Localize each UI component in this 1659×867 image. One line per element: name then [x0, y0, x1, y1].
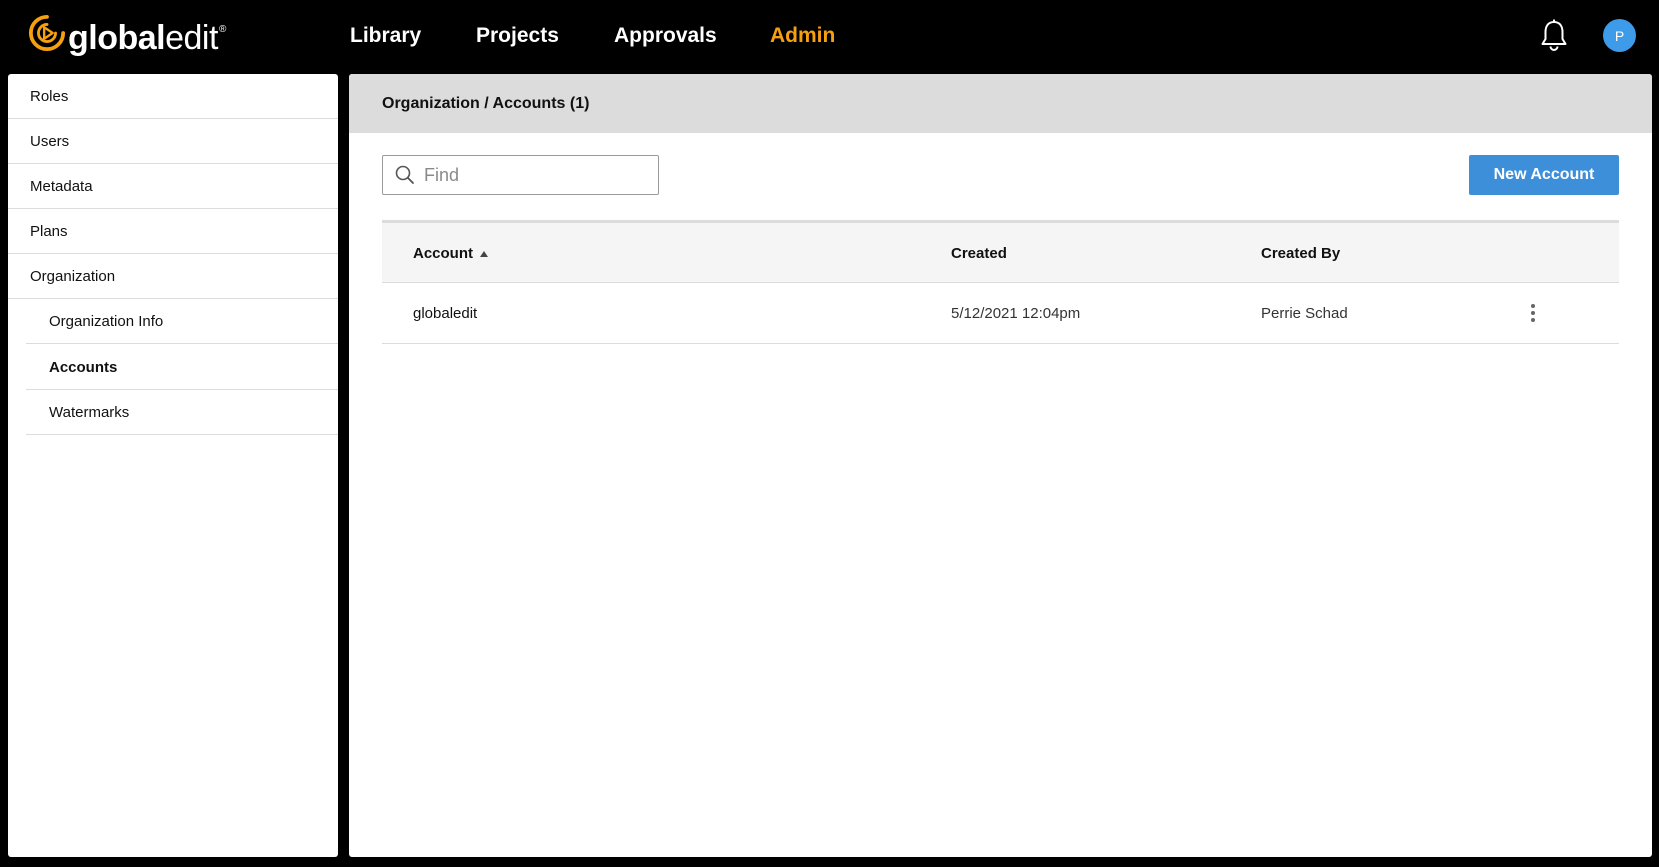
breadcrumb: Organization / Accounts (1) — [382, 94, 590, 112]
bell-icon[interactable] — [1539, 18, 1569, 52]
sidebar-item-plans[interactable]: Plans — [8, 209, 338, 254]
table-row[interactable]: globaledit 5/12/2021 12:04pm Perrie Scha… — [382, 283, 1619, 344]
sidebar-item-users[interactable]: Users — [8, 119, 338, 164]
cell-created-by: Perrie Schad — [1261, 304, 1348, 322]
search-input[interactable] — [424, 164, 644, 186]
column-header-label: Created — [951, 244, 1007, 262]
nav-projects[interactable]: Projects — [476, 0, 559, 72]
logo-wordmark-bold: global — [68, 19, 166, 57]
cell-account: globaledit — [413, 304, 478, 322]
nav-library[interactable]: Library — [350, 0, 421, 72]
sidebar-item-organization-info[interactable]: Organization Info — [26, 299, 338, 344]
main-panel: Organization / Accounts (1) New Account … — [349, 74, 1652, 857]
logo-wordmark: global edit ® — [68, 18, 226, 58]
nav-admin[interactable]: Admin — [770, 0, 835, 72]
sidebar-item-roles[interactable]: Roles — [8, 74, 338, 119]
accounts-table: Account Created Created By globaledit 5/… — [382, 220, 1619, 344]
sort-ascending-icon — [480, 250, 488, 257]
logo-play-icon — [28, 14, 66, 52]
sidebar-item-organization[interactable]: Organization — [8, 254, 338, 299]
search-box[interactable] — [382, 155, 659, 195]
logo-wordmark-light: edit — [165, 19, 218, 57]
nav-approvals[interactable]: Approvals — [614, 0, 717, 72]
column-header-label: Created By — [1261, 244, 1341, 262]
sidebar-item-metadata[interactable]: Metadata — [8, 164, 338, 209]
breadcrumb-bar: Organization / Accounts (1) — [349, 74, 1652, 133]
search-icon — [395, 165, 414, 184]
new-account-button[interactable]: New Account — [1469, 155, 1619, 195]
cell-created: 5/12/2021 12:04pm — [951, 304, 1081, 322]
sidebar-item-accounts[interactable]: Accounts — [26, 345, 338, 390]
globaledit-logo[interactable]: global edit ® — [28, 12, 226, 58]
column-header-label: Account — [413, 244, 473, 262]
registered-mark: ® — [218, 24, 226, 35]
top-bar: global edit ® Library Projects Approvals A… — [0, 0, 1659, 74]
sidebar-item-watermarks[interactable]: Watermarks — [26, 390, 338, 435]
table-header: Account Created Created By — [382, 220, 1619, 283]
column-header-created[interactable]: Created — [951, 223, 1007, 283]
user-avatar[interactable]: P — [1603, 19, 1636, 52]
more-options-icon[interactable] — [1526, 301, 1540, 325]
column-header-created-by[interactable]: Created By — [1261, 223, 1340, 283]
column-header-account[interactable]: Account — [413, 223, 488, 283]
admin-sidebar: Roles Users Metadata Plans Organization … — [8, 74, 338, 857]
